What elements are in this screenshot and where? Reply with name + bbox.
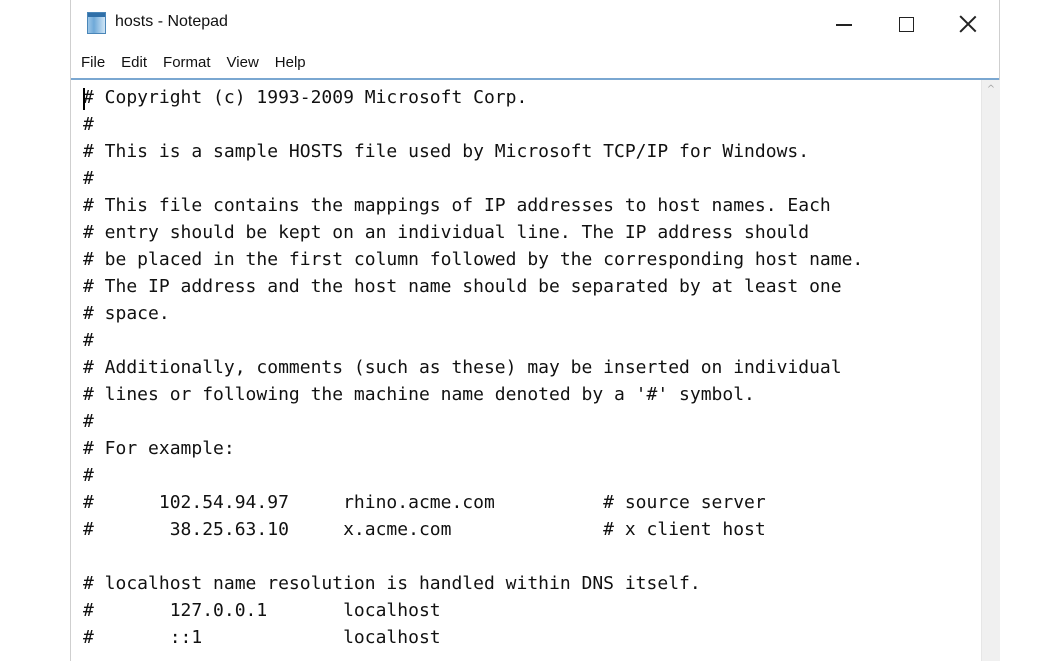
editor-line: # For example:: [83, 438, 235, 459]
maximize-button[interactable]: [877, 0, 935, 48]
editor-line: # 127.0.0.1 localhost: [83, 600, 441, 621]
editor-line: # space.: [83, 303, 170, 324]
notepad-window: hosts - Notepad File Edit Format View He…: [70, 0, 1000, 661]
editor-line: # 102.54.94.97 rhino.acme.com # source s…: [83, 492, 766, 513]
editor-line: # be placed in the first column followed…: [83, 249, 864, 270]
editor-line: # entry should be kept on an individual …: [83, 222, 810, 243]
text-caret: [83, 88, 85, 110]
menu-format[interactable]: Format: [157, 48, 217, 78]
minimize-icon: [836, 24, 852, 26]
editor-line: # Additionally, comments (such as these)…: [83, 357, 842, 378]
editor-text[interactable]: # Copyright (c) 1993-2009 Microsoft Corp…: [83, 84, 863, 651]
editor-line: #: [83, 465, 94, 486]
editor-line: # localhost name resolution is handled w…: [83, 573, 701, 594]
editor-line: # 38.25.63.10 x.acme.com # x client host: [83, 519, 766, 540]
editor-line: #: [83, 168, 94, 189]
text-editor[interactable]: # Copyright (c) 1993-2009 Microsoft Corp…: [71, 80, 981, 661]
vertical-scrollbar[interactable]: ^: [981, 80, 1000, 661]
close-button[interactable]: [939, 0, 997, 48]
menu-file[interactable]: File: [79, 48, 111, 78]
close-icon: [959, 15, 977, 33]
editor-line: # lines or following the machine name de…: [83, 384, 755, 405]
menu-help[interactable]: Help: [269, 48, 312, 78]
maximize-icon: [898, 16, 914, 32]
scroll-up-arrow-icon[interactable]: ^: [982, 80, 1000, 98]
menu-edit[interactable]: Edit: [115, 48, 153, 78]
editor-line: #: [83, 114, 94, 135]
editor-line: # This file contains the mappings of IP …: [83, 195, 831, 216]
editor-line: # ::1 localhost: [83, 627, 441, 648]
editor-line: #: [83, 330, 94, 351]
notepad-icon[interactable]: [87, 12, 106, 34]
editor-line: #: [83, 411, 94, 432]
window-title: hosts - Notepad: [115, 13, 228, 30]
menu-bar: File Edit Format View Help: [71, 48, 999, 80]
menu-view[interactable]: View: [221, 48, 265, 78]
editor-line: # Copyright (c) 1993-2009 Microsoft Corp…: [83, 87, 528, 108]
editor-line: # The IP address and the host name shoul…: [83, 276, 842, 297]
minimize-button[interactable]: [815, 0, 873, 48]
editor-line: # This is a sample HOSTS file used by Mi…: [83, 141, 810, 162]
title-bar[interactable]: hosts - Notepad: [71, 0, 999, 48]
